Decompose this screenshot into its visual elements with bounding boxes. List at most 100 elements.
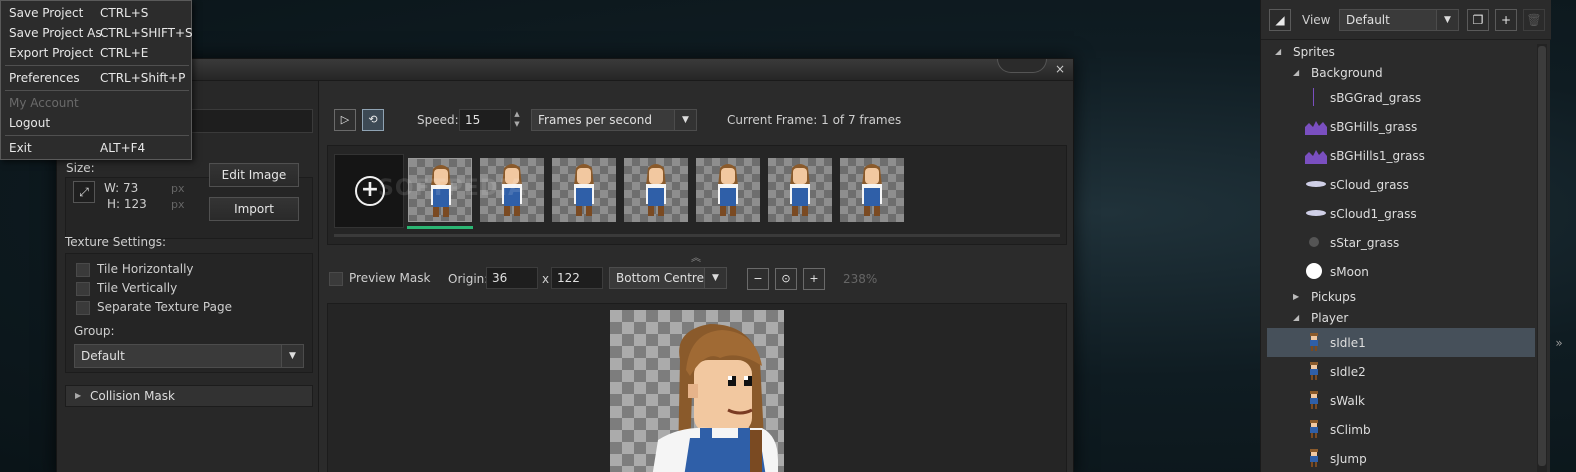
menu-item-label: Logout [9, 116, 51, 130]
sprite-thumbnail [1305, 262, 1323, 280]
tree-item-label: Sprites [1293, 45, 1335, 59]
sprite-thumbnail [1305, 88, 1323, 106]
menu-export-project[interactable]: Export Project CTRL+E [5, 43, 189, 63]
tree-item-swalk[interactable]: sWalk [1267, 386, 1535, 415]
sprite-editor-window: × Size: ⤢ W: 73 H: 123 px px Edit Image … [56, 58, 1074, 472]
tree-item-scloud1-grass[interactable]: sCloud1_grass [1267, 199, 1535, 228]
sprite-frame[interactable] [696, 158, 760, 222]
speed-input[interactable]: 15 [459, 109, 511, 131]
tree-item-label: sIdle1 [1330, 336, 1366, 350]
tree-item-sbghills1-grass[interactable]: sBGHills1_grass [1267, 141, 1535, 170]
collision-mask-section[interactable]: ▶ Collision Mask [65, 385, 313, 407]
sprite-frame[interactable] [768, 158, 832, 222]
menu-separator [5, 90, 189, 91]
tree-item-label: sBGGrad_grass [1330, 91, 1422, 105]
tree-item-scloud-grass[interactable]: sCloud_grass [1267, 170, 1535, 199]
resize-icon[interactable]: ⤢ [73, 181, 95, 203]
sprite-frame[interactable] [840, 158, 904, 222]
chevron-down-icon[interactable]: ◢ [1275, 47, 1281, 56]
scrollbar-thumb[interactable] [1538, 46, 1546, 466]
duplicate-icon[interactable]: ❐ [1467, 9, 1489, 31]
tree-item-label: sBGHills_grass [1330, 120, 1418, 134]
sprite-thumbnail [1305, 117, 1327, 135]
resource-tree-scrollbar[interactable] [1537, 44, 1547, 472]
tree-item-sbghills-grass[interactable]: sBGHills_grass [1267, 112, 1535, 141]
menu-item-shortcut: ALT+F4 [100, 141, 146, 155]
tree-item-sidle2[interactable]: sIdle2 [1267, 357, 1535, 386]
frames-strip: + SOFTPEDIA [327, 145, 1067, 245]
height-unit: px [171, 198, 185, 211]
sprite-thumbnail [1305, 333, 1323, 351]
sprite-thumbnail [1305, 449, 1323, 467]
tree-item-sjump[interactable]: sJump [1267, 444, 1535, 472]
tree-item-sstar-grass[interactable]: sStar_grass [1267, 228, 1535, 257]
chevron-down-icon[interactable]: ◢ [1293, 68, 1299, 77]
tree-item-sbggrad-grass[interactable]: sBGGrad_grass [1267, 83, 1535, 112]
play-icon[interactable]: ▷ [334, 109, 356, 131]
loop-icon[interactable]: ⟲ [362, 109, 384, 131]
tree-item-sidle1[interactable]: sIdle1 [1267, 328, 1535, 357]
menu-save-project-as[interactable]: Save Project As CTRL+SHIFT+S [5, 23, 193, 43]
tree-item-label: sJump [1330, 452, 1367, 466]
frames-scrollbar[interactable] [334, 234, 1060, 237]
edit-image-button[interactable]: Edit Image [209, 163, 299, 187]
sprite-thumbnail [1305, 233, 1323, 251]
origin-y-input[interactable]: 122 [551, 267, 603, 289]
tree-item-label: sIdle2 [1330, 365, 1366, 379]
origin-preset-dropdown[interactable]: Bottom Centre ▼ [609, 267, 727, 289]
speed-spinner[interactable]: ▲ ▼ [511, 109, 523, 131]
preview-mask-checkbox[interactable] [329, 272, 343, 286]
menu-exit[interactable]: Exit ALT+F4 [5, 138, 189, 158]
zoom-out-icon[interactable]: − [747, 268, 769, 290]
menu-separator [5, 135, 189, 136]
chevron-down-icon: ▼ [704, 268, 726, 288]
tile-horizontally-checkbox[interactable] [76, 263, 90, 277]
menu-preferences[interactable]: Preferences CTRL+Shift+P [5, 68, 189, 88]
origin-x-input[interactable]: 36 [486, 267, 538, 289]
menu-item-label: My Account [9, 96, 79, 110]
size-label: Size: [66, 161, 95, 175]
menu-my-account: My Account [5, 93, 189, 113]
chevron-down-icon: ▼ [281, 345, 303, 367]
separate-texture-page-checkbox[interactable] [76, 301, 90, 315]
tile-vertically-label: Tile Vertically [97, 281, 178, 295]
zoom-in-icon[interactable]: + [803, 268, 825, 290]
chevron-right-icon[interactable]: ▶ [1293, 292, 1299, 301]
title-notch [997, 59, 1047, 73]
tree-item-smoon[interactable]: sMoon [1267, 257, 1535, 286]
close-icon[interactable]: × [1053, 62, 1067, 76]
zoom-reset-icon[interactable]: ⊙ [775, 268, 797, 290]
tile-horizontally-label: Tile Horizontally [97, 262, 194, 276]
sprite-preview-image [610, 310, 784, 472]
width-unit: px [171, 182, 185, 195]
height-value: H: 123 [107, 197, 147, 211]
tile-vertically-checkbox[interactable] [76, 282, 90, 296]
sprite-preview-canvas[interactable] [327, 303, 1067, 472]
side-collapse-icon[interactable]: » [1552, 336, 1566, 356]
resource-tree-panel: ◢ View Default ▼ ❐ + 🗑 ◢ Sprites ◢ Backgrou… [1260, 0, 1551, 472]
tree-item-sclimb[interactable]: sClimb [1267, 415, 1535, 444]
frame-thumbnail [718, 164, 738, 216]
menu-logout[interactable]: Logout [5, 113, 189, 133]
speed-unit-dropdown[interactable]: Frames per second ▼ [531, 109, 697, 131]
group-dropdown[interactable]: Default ▼ [74, 344, 304, 368]
window-titlebar[interactable]: × [57, 59, 1073, 81]
menu-item-label: Preferences [9, 71, 80, 85]
sprite-frame[interactable] [552, 158, 616, 222]
tree-item-label: sCloud1_grass [1330, 207, 1417, 221]
tree-item-label: sClimb [1330, 423, 1371, 437]
collapse-all-icon[interactable]: ◢ [1269, 9, 1291, 31]
sprite-frame[interactable] [624, 158, 688, 222]
sprite-thumbnail [1305, 204, 1326, 222]
add-icon[interactable]: + [1495, 9, 1517, 31]
import-button[interactable]: Import [209, 197, 299, 221]
menu-save-project[interactable]: Save Project CTRL+S [5, 3, 189, 23]
chevron-down-icon[interactable]: ◢ [1293, 313, 1299, 322]
menu-item-shortcut: CTRL+S [100, 6, 149, 20]
view-dropdown[interactable]: Default ▼ [1339, 9, 1459, 31]
tree-item-label: sWalk [1330, 394, 1365, 408]
origin-preset-value: Bottom Centre [616, 271, 704, 285]
collision-mask-label: Collision Mask [90, 389, 175, 403]
group-dropdown-value: Default [81, 349, 125, 363]
collapse-icon[interactable]: ︽ [691, 249, 701, 264]
